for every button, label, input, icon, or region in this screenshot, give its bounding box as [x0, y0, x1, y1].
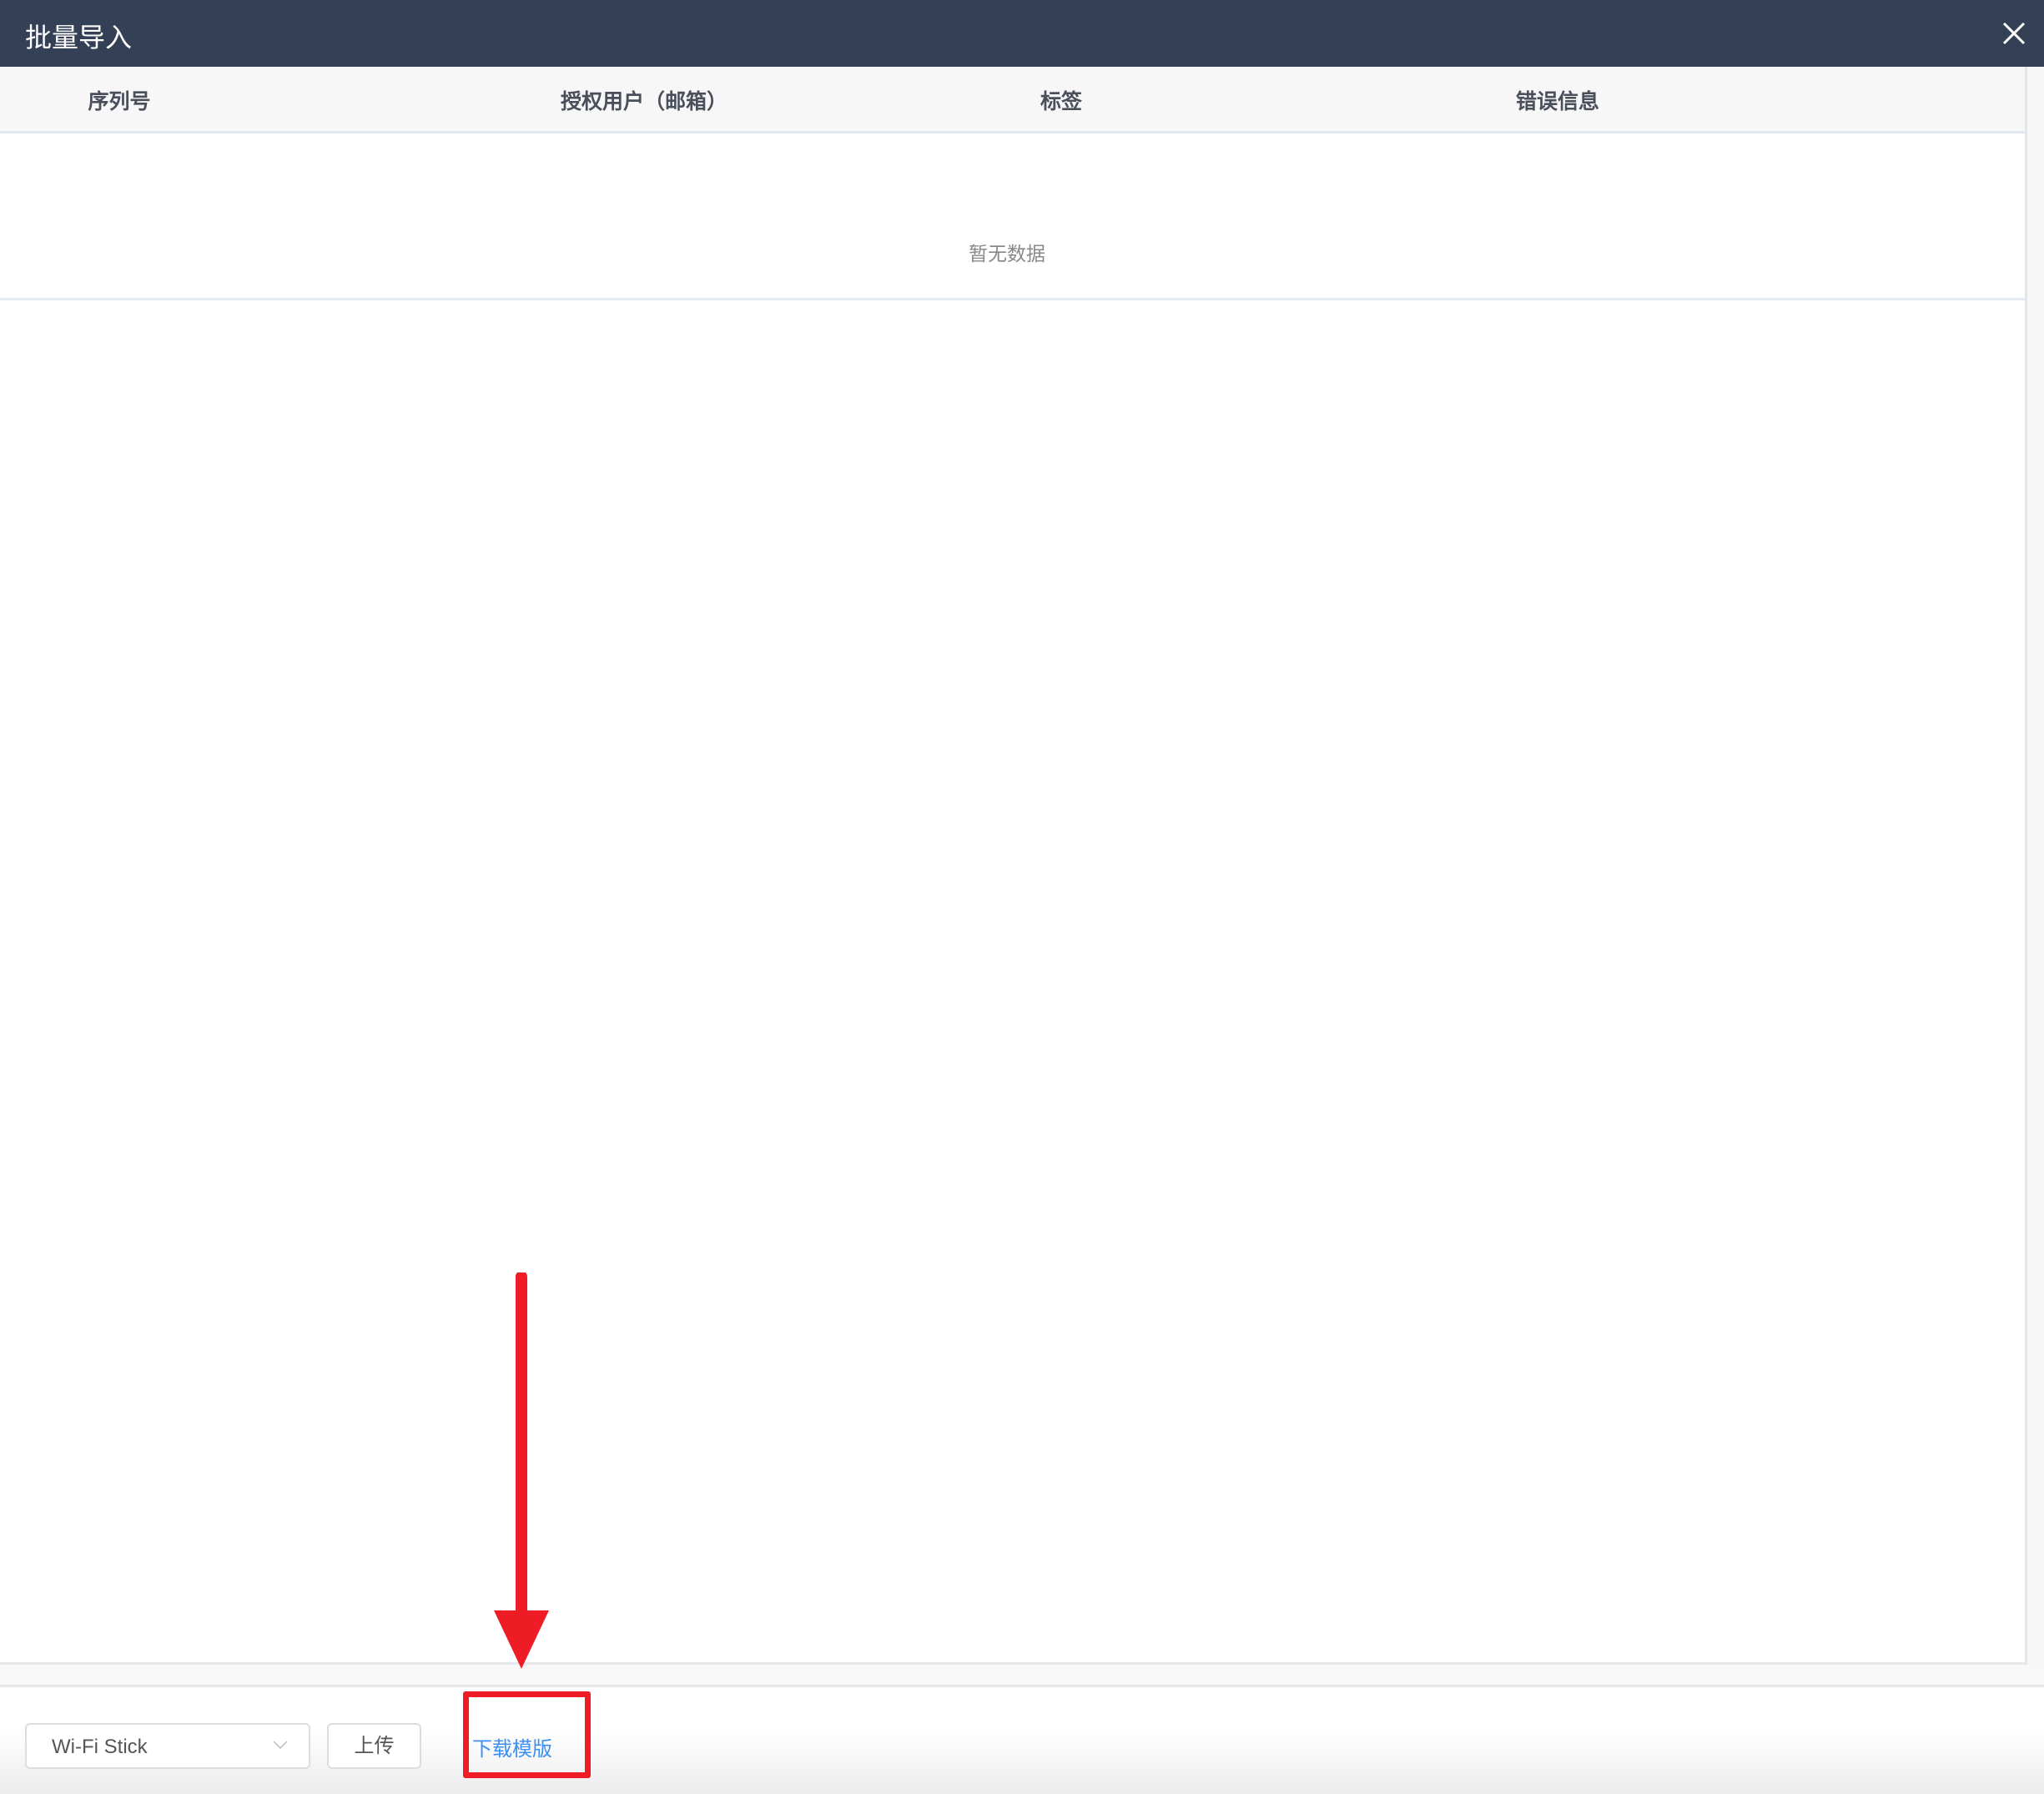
- dialog-title: 批量导入: [25, 23, 133, 53]
- empty-row: 暂无数据: [0, 134, 2025, 300]
- import-table: 序列号 授权用户（邮箱） 标签 错误信息 暂无数据: [0, 67, 2025, 1665]
- close-icon[interactable]: [2002, 22, 2026, 45]
- device-type-select[interactable]: Wi-Fi Stick: [25, 1723, 310, 1769]
- chevron-down-icon: [273, 1741, 288, 1750]
- vertical-scrollbar[interactable]: [2025, 67, 2044, 1665]
- column-tag: 标签: [1040, 90, 1083, 113]
- annotation-arrow-icon: [494, 1272, 549, 1669]
- upload-button[interactable]: 上传: [327, 1723, 421, 1769]
- device-type-value: Wi-Fi Stick: [52, 1736, 148, 1758]
- table-header: 序列号 授权用户（邮箱） 标签 错误信息: [0, 67, 2025, 134]
- column-authorized-user: 授权用户（邮箱）: [560, 90, 728, 113]
- annotation-highlight-box: [463, 1691, 591, 1778]
- column-serial-number: 序列号: [88, 90, 151, 113]
- horizontal-scrollbar[interactable]: [0, 1665, 2044, 1687]
- column-error-info: 错误信息: [1515, 90, 1600, 113]
- dialog-header: 批量导入: [0, 0, 2044, 67]
- empty-text: 暂无数据: [969, 243, 1045, 265]
- dialog-footer: Wi-Fi Stick 上传 下载模版: [0, 1687, 2044, 1794]
